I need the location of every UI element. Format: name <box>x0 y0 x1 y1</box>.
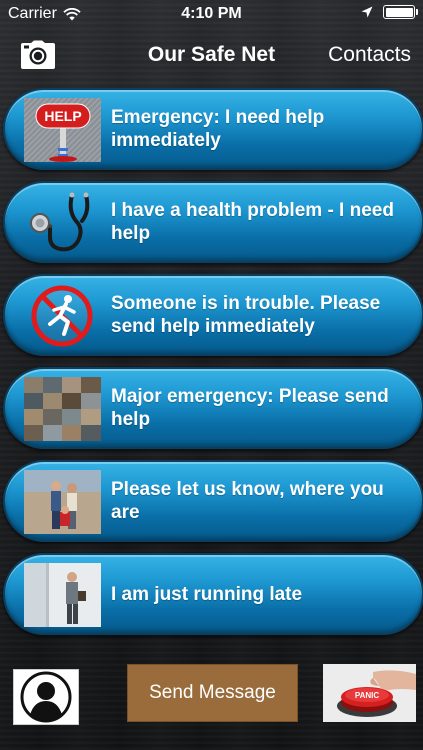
help-sign-icon: HELP <box>24 98 101 162</box>
nav-bar: Our Safe Net Contacts <box>0 28 423 86</box>
message-button-someone-in-trouble[interactable]: Someone is in trouble. Please send help … <box>3 274 423 356</box>
message-button-health[interactable]: I have a health problem - I need help <box>3 181 423 263</box>
stethoscope-icon <box>24 191 101 255</box>
avatar-button[interactable] <box>13 669 79 725</box>
panic-button[interactable]: PANIC <box>323 664 416 722</box>
panic-button-icon: PANIC <box>323 664 416 722</box>
message-button-major-emergency[interactable]: Major emergency: Please send help <box>3 367 423 449</box>
send-message-button[interactable]: Send Message <box>127 664 298 722</box>
people-photo <box>24 470 101 534</box>
message-label: Someone is in trouble. Please send help … <box>111 293 381 337</box>
status-right <box>361 5 418 19</box>
status-time: 4:10 PM <box>181 5 242 22</box>
running-person-prohibited-icon <box>24 284 101 348</box>
message-button-emergency[interactable]: HELP Emergency: I need help immediately <box>3 88 423 170</box>
battery-icon <box>383 5 418 19</box>
contacts-button[interactable]: Contacts <box>328 43 411 67</box>
message-button-running-late[interactable]: I am just running late <box>3 553 423 635</box>
message-label: Major emergency: Please send help <box>111 386 389 430</box>
disaster-photo-collage <box>24 377 101 441</box>
panic-text: PANIC <box>355 691 380 700</box>
message-label: Please let us know, where you are <box>111 479 384 523</box>
contact-avatar-icon <box>20 671 72 723</box>
svg-text:HELP: HELP <box>44 108 81 124</box>
message-label: Emergency: I need help immediately <box>111 107 325 151</box>
location-arrow-icon <box>361 6 373 18</box>
battery-level <box>385 7 413 17</box>
status-bar: Carrier 4:10 PM <box>0 0 423 28</box>
man-running-photo <box>24 563 101 627</box>
message-label: I am just running late <box>111 583 303 605</box>
message-button-where-are-you[interactable]: Please let us know, where you are <box>3 460 423 542</box>
message-label: I have a health problem - I need help <box>111 200 394 244</box>
